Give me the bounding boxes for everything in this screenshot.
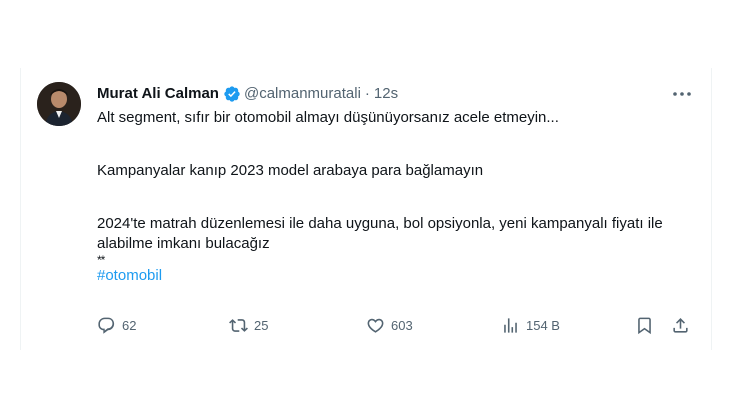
repost-icon: [229, 319, 248, 332]
tweet-stars: **: [97, 253, 105, 267]
tweet-line: Kampanyalar kanıp 2023 model arabaya par…: [97, 162, 484, 179]
like-icon: [367, 318, 384, 333]
timestamp[interactable]: 12s: [374, 84, 398, 104]
share-icon: [673, 318, 688, 333]
like-count: 603: [391, 318, 413, 333]
tweet-line: 2024'te matrah düzenlemesi ile daha uygu…: [97, 215, 663, 252]
views-count: 154 B: [526, 318, 560, 333]
author-handle[interactable]: @calmanmuratali: [244, 84, 361, 104]
views-button[interactable]: 154 B: [501, 316, 560, 335]
share-button[interactable]: [671, 316, 690, 335]
repost-count: 25: [254, 318, 269, 333]
like-button[interactable]: 603: [366, 316, 413, 335]
author-name[interactable]: Murat Ali Calman: [97, 84, 219, 104]
verified-badge-icon: [223, 85, 241, 103]
bookmark-button[interactable]: [635, 316, 654, 335]
repost-button[interactable]: 25: [229, 316, 268, 335]
tweet-text: Alt segment, sıfır bir otomobil almayı d…: [97, 108, 687, 286]
hashtag-link[interactable]: #otomobil: [97, 266, 687, 286]
avatar[interactable]: [37, 82, 81, 126]
views-icon: [504, 318, 517, 333]
tweet-line: Alt segment, sıfır bir otomobil almayı d…: [97, 109, 559, 126]
reply-icon: [98, 317, 115, 334]
action-bar: 62 25 603 154 B: [97, 316, 697, 336]
bookmark-icon: [638, 317, 651, 335]
reply-count: 62: [122, 318, 137, 333]
reply-button[interactable]: 62: [97, 316, 136, 335]
more-icon[interactable]: [671, 84, 693, 104]
tweet-card[interactable]: Murat Ali Calman @calmanmuratali · 12s A…: [20, 68, 712, 350]
separator: ·: [364, 85, 370, 102]
